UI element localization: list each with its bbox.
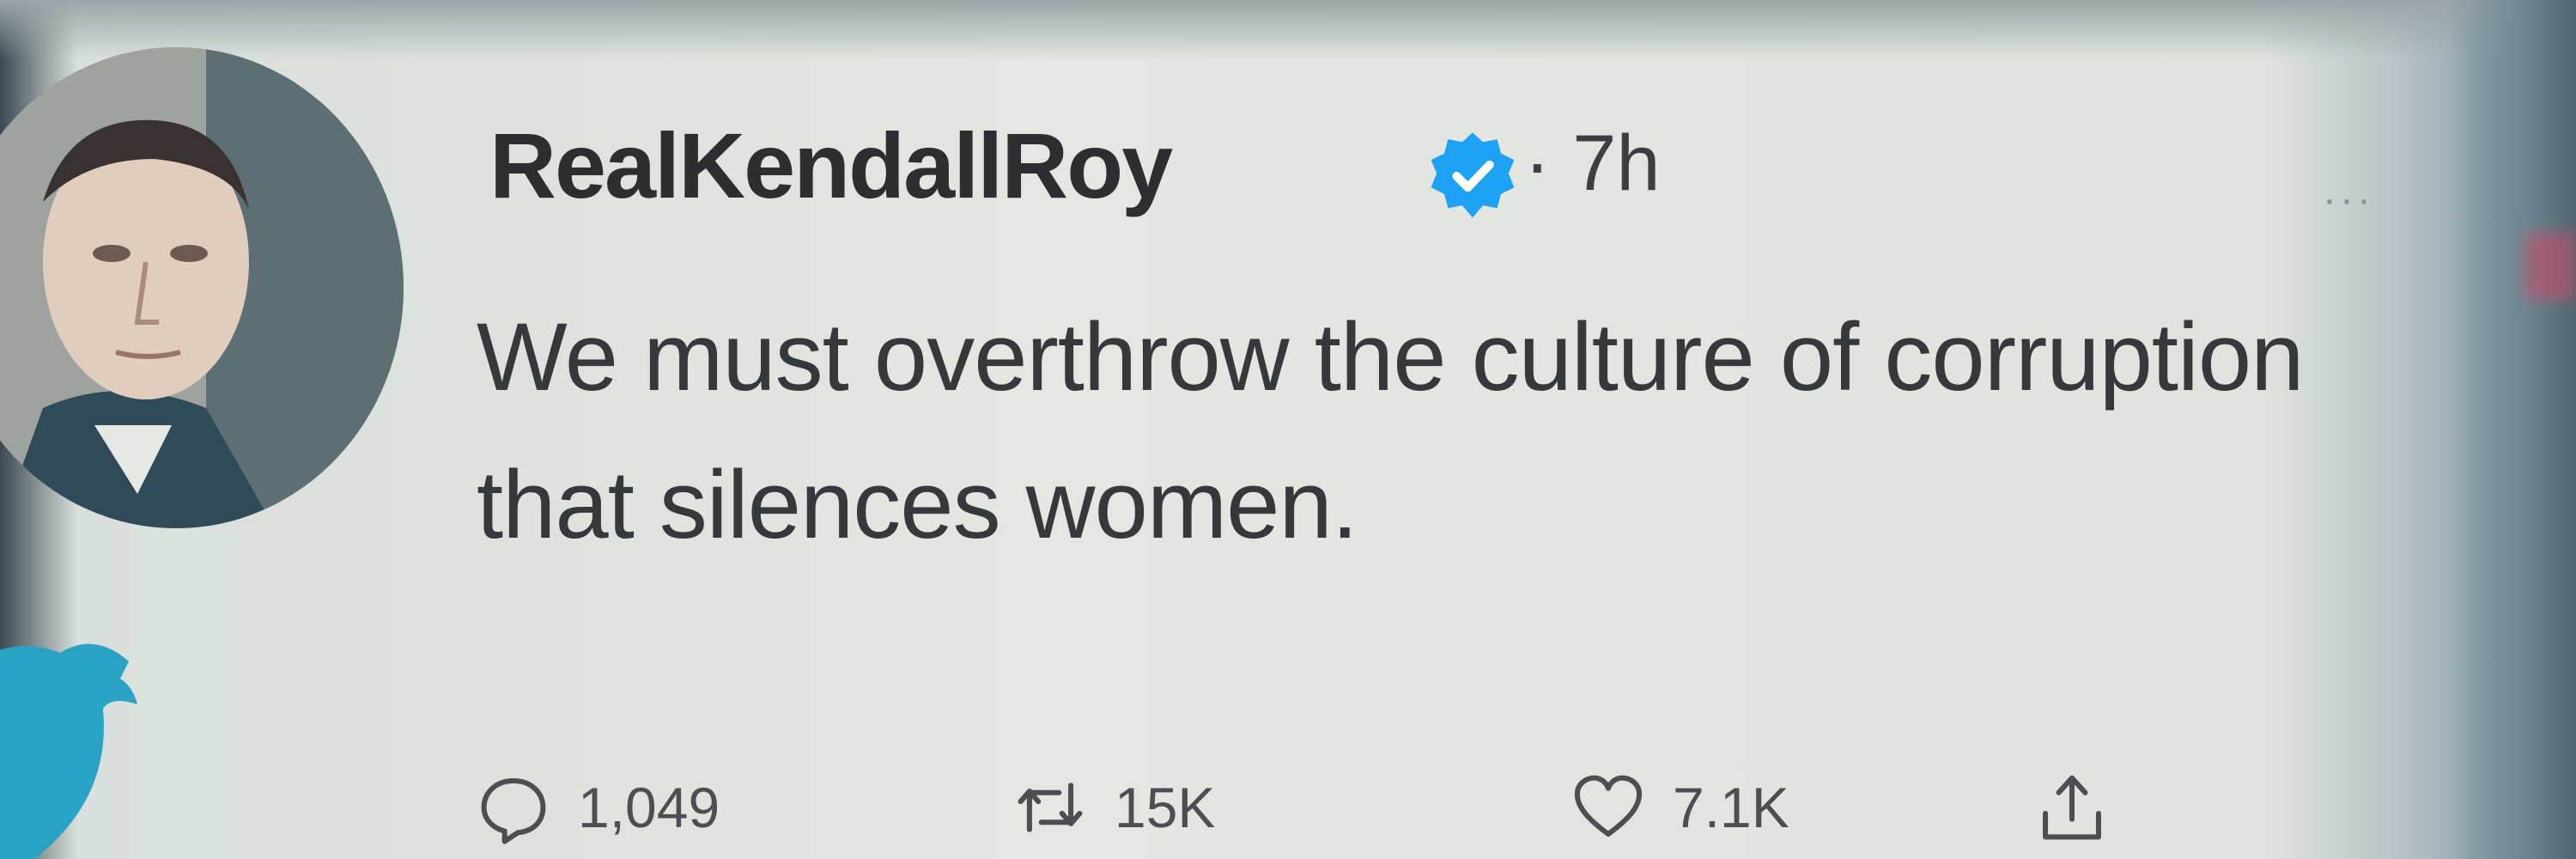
reply-count: 1,049	[578, 776, 720, 839]
heart-icon	[1574, 775, 1643, 837]
reply-button[interactable]: 1,049	[477, 756, 720, 859]
timestamp[interactable]: · 7h	[1524, 119, 1661, 209]
like-button[interactable]: 7.1K	[1571, 756, 1789, 859]
verified-badge-icon	[1431, 132, 1515, 218]
avatar[interactable]	[0, 47, 404, 528]
share-icon	[2043, 775, 2101, 840]
tweet-card: RealKendallRoy · 7h ··· We must overthro…	[0, 0, 2576, 859]
retweet-count: 15K	[1115, 776, 1216, 839]
reply-icon	[481, 778, 546, 844]
avatar-portrait	[0, 47, 404, 528]
retweet-icon	[1018, 783, 1083, 832]
share-button[interactable]	[2035, 756, 2109, 859]
username[interactable]: RealKendallRoy	[489, 112, 1173, 219]
like-count: 7.1K	[1673, 776, 1789, 839]
tweet-screen: RealKendallRoy · 7h ··· We must overthro…	[0, 0, 2576, 859]
retweet-button[interactable]: 15K	[1013, 756, 1215, 859]
tweet-actions: 1,049 15K 7.1K	[0, 756, 2576, 859]
tweet-text: We must overthrow the culture of corrupt…	[477, 303, 2304, 558]
more-options-icon[interactable]: ···	[2323, 176, 2374, 223]
